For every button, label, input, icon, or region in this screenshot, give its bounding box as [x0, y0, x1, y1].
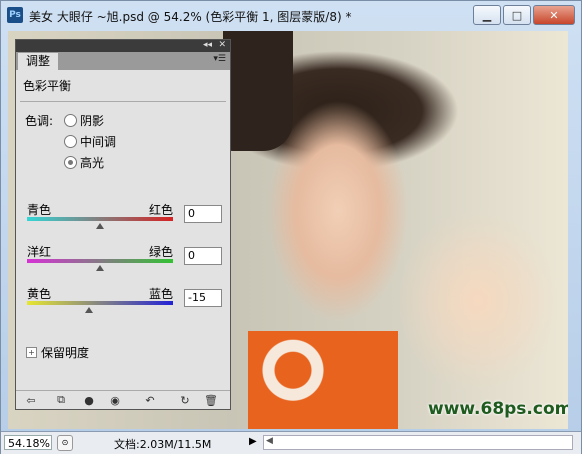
zoom-level-field[interactable]: 54.18% [4, 435, 52, 450]
adjustment-title: 色彩平衡 [23, 79, 72, 93]
magenta-green-value-input[interactable]: 0 [184, 247, 222, 265]
clip-layer-icon[interactable]: ⧉ [46, 393, 76, 407]
document-size-info: 文档:2.03M/11.5M [114, 438, 212, 451]
preserve-luminosity-label: 保留明度 [41, 346, 90, 360]
magenta-label: 洋红 [27, 245, 52, 259]
preserve-luminosity-checkbox[interactable]: + [26, 347, 37, 358]
preserve-luminosity-option[interactable]: + 保留明度 [26, 344, 89, 361]
photoshop-app-icon: Ps [7, 7, 23, 23]
cyan-red-slider[interactable]: 青色 红色 [27, 201, 173, 229]
cyan-red-thumb[interactable] [96, 223, 104, 229]
magenta-green-thumb[interactable] [96, 265, 104, 271]
panel-menu-icon[interactable]: ▾☰ [213, 54, 226, 64]
cyan-label: 青色 [27, 203, 52, 217]
window-title: 美女 大眼仔 ~旭.psd @ 54.2% (色彩平衡 1, 图层蒙版/8) * [29, 10, 352, 24]
red-label: 红色 [148, 203, 173, 217]
eye-icon[interactable]: ◉ [102, 394, 128, 407]
trash-icon[interactable]: 🗑 [198, 394, 224, 407]
tone-highlights[interactable]: 高光 [64, 154, 104, 171]
highlights-radio[interactable] [64, 156, 77, 169]
reset-icon[interactable]: ↻ [172, 394, 198, 407]
adjustments-panel: ◂◂ ✕ 调整 ▾☰ 色彩平衡 色调: 阴影 中间调 高光 青色 红色 0 洋红… [15, 39, 231, 410]
status-menu-icon[interactable]: ⊙ [57, 435, 73, 451]
yellow-label: 黄色 [27, 287, 52, 301]
hair-shape [223, 31, 293, 151]
back-arrow-icon[interactable]: ⇦ [16, 394, 46, 407]
maximize-button[interactable]: □ [503, 5, 531, 25]
panel-tab-strip: 调整 ▾☰ [16, 52, 230, 70]
collapse-icon[interactable]: ◂◂ [203, 40, 212, 50]
tone-label: 色调: [25, 114, 54, 128]
yellow-blue-slider[interactable]: 黄色 蓝色 [27, 285, 173, 313]
watermark-text: www.68ps.com [428, 399, 568, 419]
mask-icon[interactable]: ● [76, 394, 102, 407]
shadows-radio[interactable] [64, 114, 77, 127]
tone-midtones[interactable]: 中间调 [64, 133, 116, 150]
panel-toolbar: ⇦ ⧉ ● ◉ ↶ ↻ 🗑 [16, 390, 230, 409]
previous-state-icon[interactable]: ↶ [128, 394, 172, 407]
midtones-radio[interactable] [64, 135, 77, 148]
status-arrow-icon[interactable]: ▶ [249, 436, 257, 447]
panel-header-bar[interactable]: ◂◂ ✕ [16, 40, 230, 52]
tab-adjustments[interactable]: 调整 [18, 53, 59, 70]
midtones-label: 中间调 [80, 135, 117, 149]
shadows-label: 阴影 [80, 114, 105, 128]
magenta-green-slider[interactable]: 洋红 绿色 [27, 243, 173, 271]
title-bar[interactable]: Ps 美女 大眼仔 ~旭.psd @ 54.2% (色彩平衡 1, 图层蒙版/8… [1, 1, 581, 29]
highlights-label: 高光 [80, 156, 105, 170]
tone-shadows[interactable]: 阴影 [64, 112, 104, 129]
minimize-button[interactable]: ▁ [473, 5, 501, 25]
shirt-pattern [248, 331, 398, 429]
status-bar: 54.18% ⊙ 文档:2.03M/11.5M ▶ ◀ [1, 431, 581, 454]
yellow-blue-value-input[interactable]: -15 [184, 289, 222, 307]
panel-close-icon[interactable]: ✕ [218, 40, 226, 50]
horizontal-scrollbar[interactable]: ◀ [263, 435, 573, 450]
green-label: 绿色 [148, 245, 173, 259]
divider [20, 101, 226, 102]
blue-label: 蓝色 [148, 287, 173, 301]
cyan-red-value-input[interactable]: 0 [184, 205, 222, 223]
scroll-left-icon[interactable]: ◀ [266, 436, 273, 446]
close-button[interactable]: ✕ [533, 5, 575, 25]
yellow-blue-thumb[interactable] [85, 307, 94, 313]
